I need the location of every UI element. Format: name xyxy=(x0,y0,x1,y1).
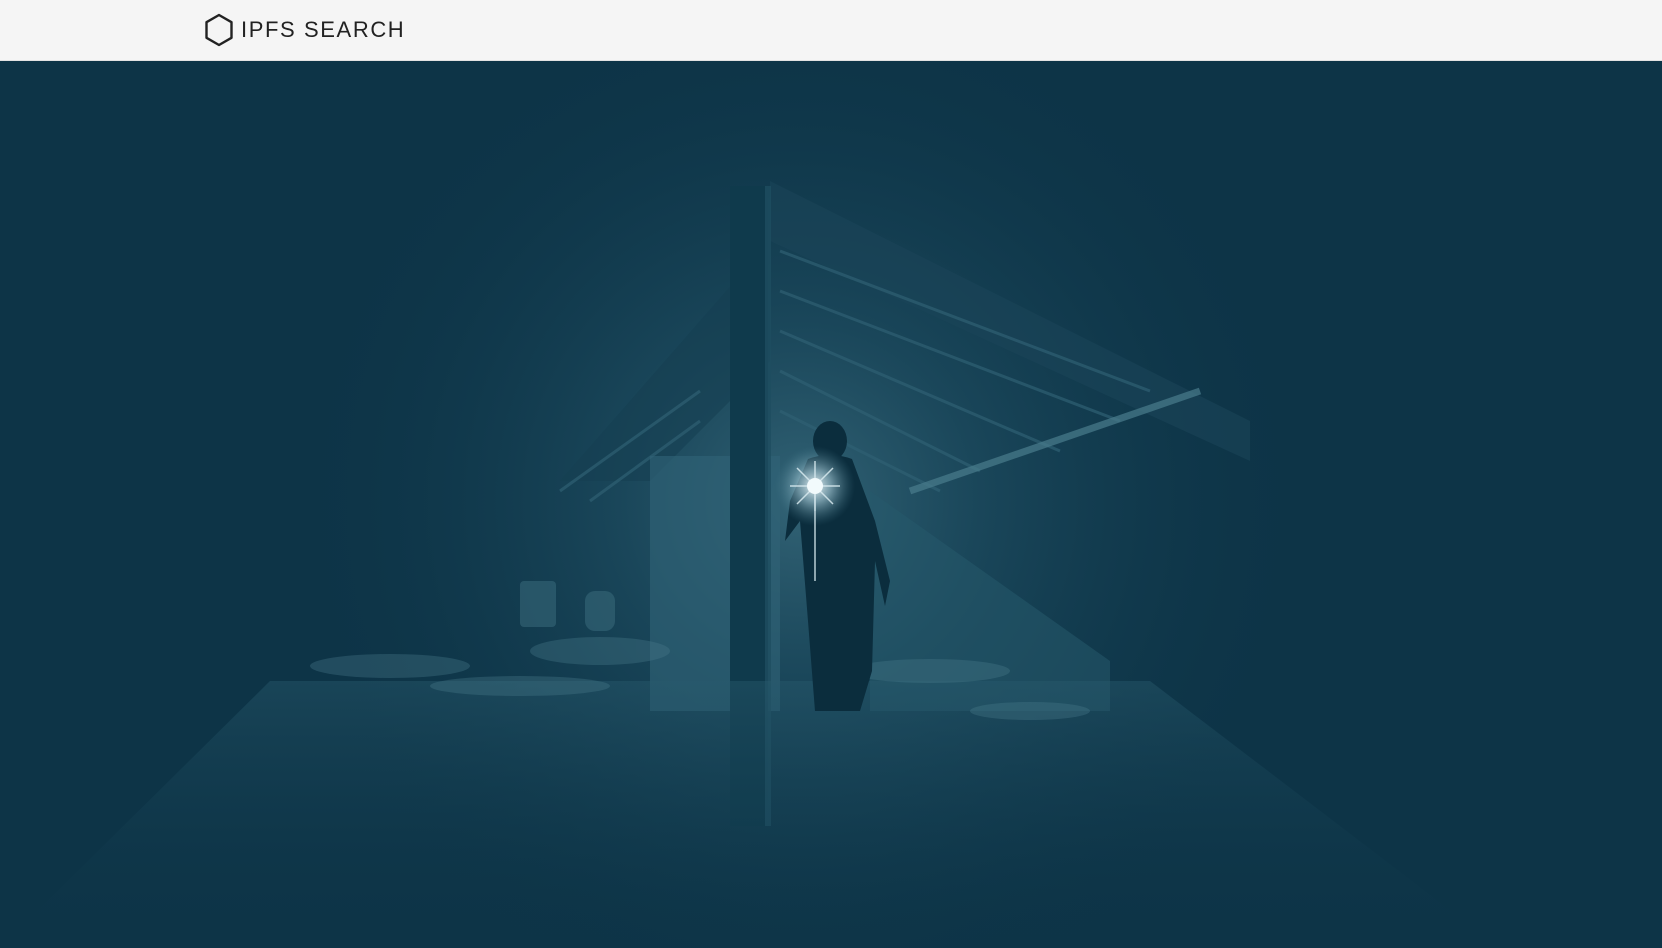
top-navbar: IPFS SEARCH xyxy=(0,0,1662,61)
brand-logo-link[interactable]: IPFS SEARCH xyxy=(204,12,405,48)
hexagon-icon xyxy=(205,13,233,47)
hero-background-image xyxy=(0,61,1662,948)
brand-name: IPFS SEARCH xyxy=(241,17,406,42)
attic-scene-illustration xyxy=(0,61,1662,948)
